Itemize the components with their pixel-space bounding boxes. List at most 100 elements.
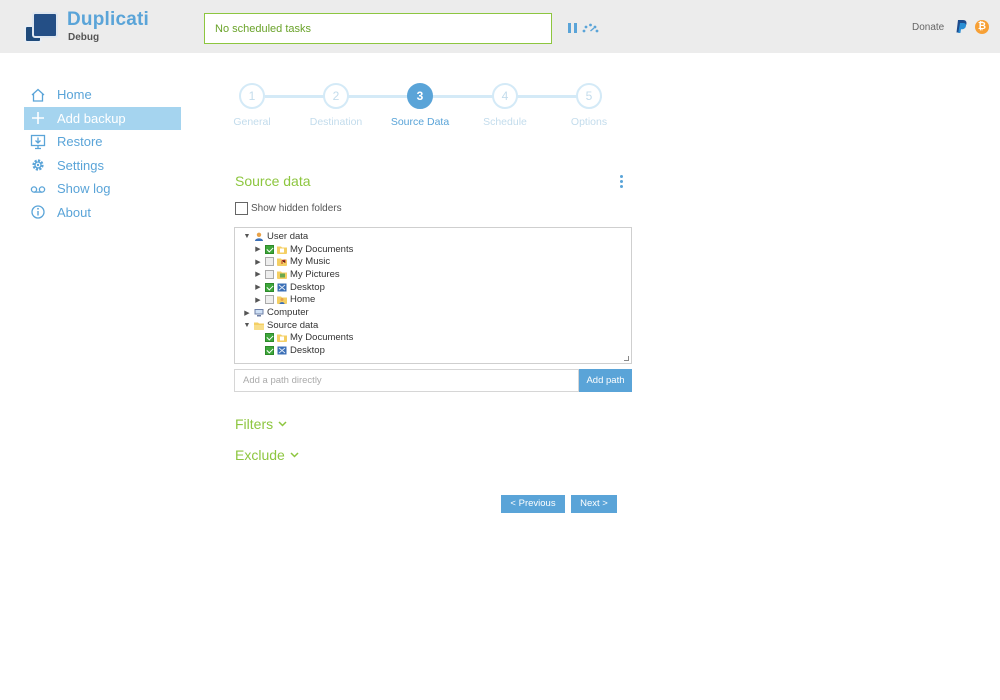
expand-arrow-icon[interactable]: ▶ (254, 283, 262, 291)
sidebar-item-about[interactable]: About (24, 201, 181, 225)
tree-node-label: My Pictures (290, 268, 340, 280)
section-title: Source data (235, 173, 311, 189)
tree-node[interactable]: ▶ Home (254, 294, 315, 307)
pictures-folder-icon (277, 271, 287, 279)
wizard-step-general[interactable]: 1 General (212, 83, 292, 128)
duplicati-logo-icon[interactable] (24, 11, 58, 44)
tree-checkbox-checked[interactable] (265, 333, 274, 343)
step-number: 2 (323, 83, 349, 109)
tree-checkbox-unchecked[interactable] (265, 295, 274, 305)
tree-checkbox-checked[interactable] (265, 346, 274, 356)
chevron-down-icon (278, 421, 287, 427)
step-label: Destination (309, 116, 363, 128)
show-hidden-folders-toggle[interactable]: Show hidden folders (235, 202, 342, 215)
wizard-step-options[interactable]: 5 Options (549, 83, 629, 128)
tree-node[interactable]: My Documents (265, 332, 353, 345)
expand-arrow-icon[interactable]: ▶ (254, 245, 262, 253)
tree-checkbox-unchecked[interactable] (265, 257, 274, 267)
show-hidden-label: Show hidden folders (251, 203, 342, 214)
source-tree[interactable]: ▼ User data ▶ My Documents ▶ My Music ▶ … (234, 227, 632, 364)
sidebar-item-add-backup[interactable]: Add backup (24, 106, 181, 130)
donate-label: Donate (912, 22, 945, 33)
add-path-input[interactable] (234, 369, 579, 392)
log-icon (30, 181, 46, 197)
bitcoin-icon[interactable]: ₿ (975, 20, 989, 34)
exclude-toggle[interactable]: Exclude (235, 447, 299, 463)
add-path-button[interactable]: Add path (579, 369, 632, 392)
sidebar-item-show-log[interactable]: Show log (24, 177, 181, 201)
wizard-steps: 1 General 2 Destination 3 Source Data 4 … (212, 83, 632, 133)
tree-node[interactable]: ▶ My Documents (254, 243, 353, 256)
sidebar-nav: Home Add backup Restore Settings Show lo… (24, 83, 181, 224)
home-folder-icon (277, 296, 287, 305)
expand-arrow-icon[interactable]: ▶ (254, 296, 262, 304)
sidebar-item-restore[interactable]: Restore (24, 130, 181, 154)
wizard-step-destination[interactable]: 2 Destination (296, 83, 376, 128)
tree-node[interactable]: ▼ User data (243, 230, 309, 243)
tree-node-label: My Music (290, 256, 331, 268)
desktop-icon (277, 283, 287, 292)
step-number: 5 (576, 83, 602, 109)
tree-checkbox-checked[interactable] (265, 244, 274, 254)
sidebar-item-label: About (57, 204, 91, 220)
plus-icon (30, 110, 46, 126)
expand-arrow-icon[interactable]: ▼ (243, 233, 251, 240)
folder-icon (254, 322, 264, 330)
sidebar-item-label: Restore (57, 134, 103, 150)
tree-node-label: Desktop (290, 345, 325, 357)
pause-icon[interactable] (568, 23, 577, 33)
desktop-icon (277, 346, 287, 355)
app-title[interactable]: Duplicati (67, 9, 149, 31)
step-label: General (233, 116, 271, 128)
tree-node[interactable]: ▶ Desktop (254, 281, 325, 294)
tree-node[interactable]: ▶ My Pictures (254, 268, 340, 281)
expand-arrow-icon[interactable]: ▶ (254, 258, 262, 266)
tree-node[interactable]: Desktop (265, 344, 325, 357)
music-folder-icon (277, 258, 287, 267)
tree-checkbox-unchecked[interactable] (265, 269, 274, 279)
filters-toggle[interactable]: Filters (235, 416, 287, 432)
step-number: 4 (492, 83, 518, 109)
wizard-step-schedule[interactable]: 4 Schedule (465, 83, 545, 128)
tree-node-label: My Documents (290, 243, 354, 255)
top-header: Duplicati Debug No scheduled tasks Donat… (0, 0, 1000, 53)
tree-node-label: Computer (267, 307, 309, 319)
computer-icon (254, 309, 264, 317)
step-number: 1 (239, 83, 265, 109)
sidebar-item-settings[interactable]: Settings (24, 154, 181, 178)
sidebar-item-home[interactable]: Home (24, 83, 181, 107)
restore-icon (30, 134, 46, 150)
info-icon (30, 204, 46, 220)
expand-arrow-icon[interactable]: ▶ (254, 270, 262, 278)
previous-button[interactable]: < Previous (501, 495, 565, 513)
throttle-icon[interactable] (582, 21, 599, 33)
tree-node-label: Desktop (290, 281, 325, 293)
tree-checkbox-checked[interactable] (265, 282, 274, 292)
expand-arrow-icon[interactable]: ▼ (243, 322, 251, 329)
more-options-icon[interactable] (620, 175, 624, 189)
resize-handle-icon[interactable] (624, 356, 629, 361)
step-label: Source Data (390, 116, 450, 128)
step-label: Options (570, 116, 608, 128)
tree-node-label: User data (267, 230, 309, 242)
show-hidden-checkbox[interactable] (235, 202, 248, 215)
step-label: Schedule (483, 116, 527, 128)
documents-folder-icon (277, 246, 287, 254)
sidebar-item-label: Home (57, 87, 92, 103)
tree-node-label: My Documents (290, 332, 354, 344)
exclude-label: Exclude (235, 447, 285, 463)
paypal-icon[interactable] (955, 19, 968, 34)
tree-node-label: Source data (267, 319, 319, 331)
tree-node[interactable]: ▼ Source data (243, 319, 319, 332)
wizard-step-source-data[interactable]: 3 Source Data (380, 83, 460, 128)
tree-node[interactable]: ▶ My Music (254, 255, 330, 268)
expand-arrow-icon[interactable]: ▶ (243, 309, 251, 317)
gear-icon (30, 157, 46, 173)
home-icon (30, 87, 46, 103)
documents-folder-icon (277, 334, 287, 343)
tree-node[interactable]: ▶ Computer (243, 306, 309, 319)
status-text: No scheduled tasks (215, 23, 311, 35)
status-bar: No scheduled tasks (204, 13, 552, 44)
sidebar-item-label: Add backup (57, 110, 126, 126)
next-button[interactable]: Next > (571, 495, 617, 513)
